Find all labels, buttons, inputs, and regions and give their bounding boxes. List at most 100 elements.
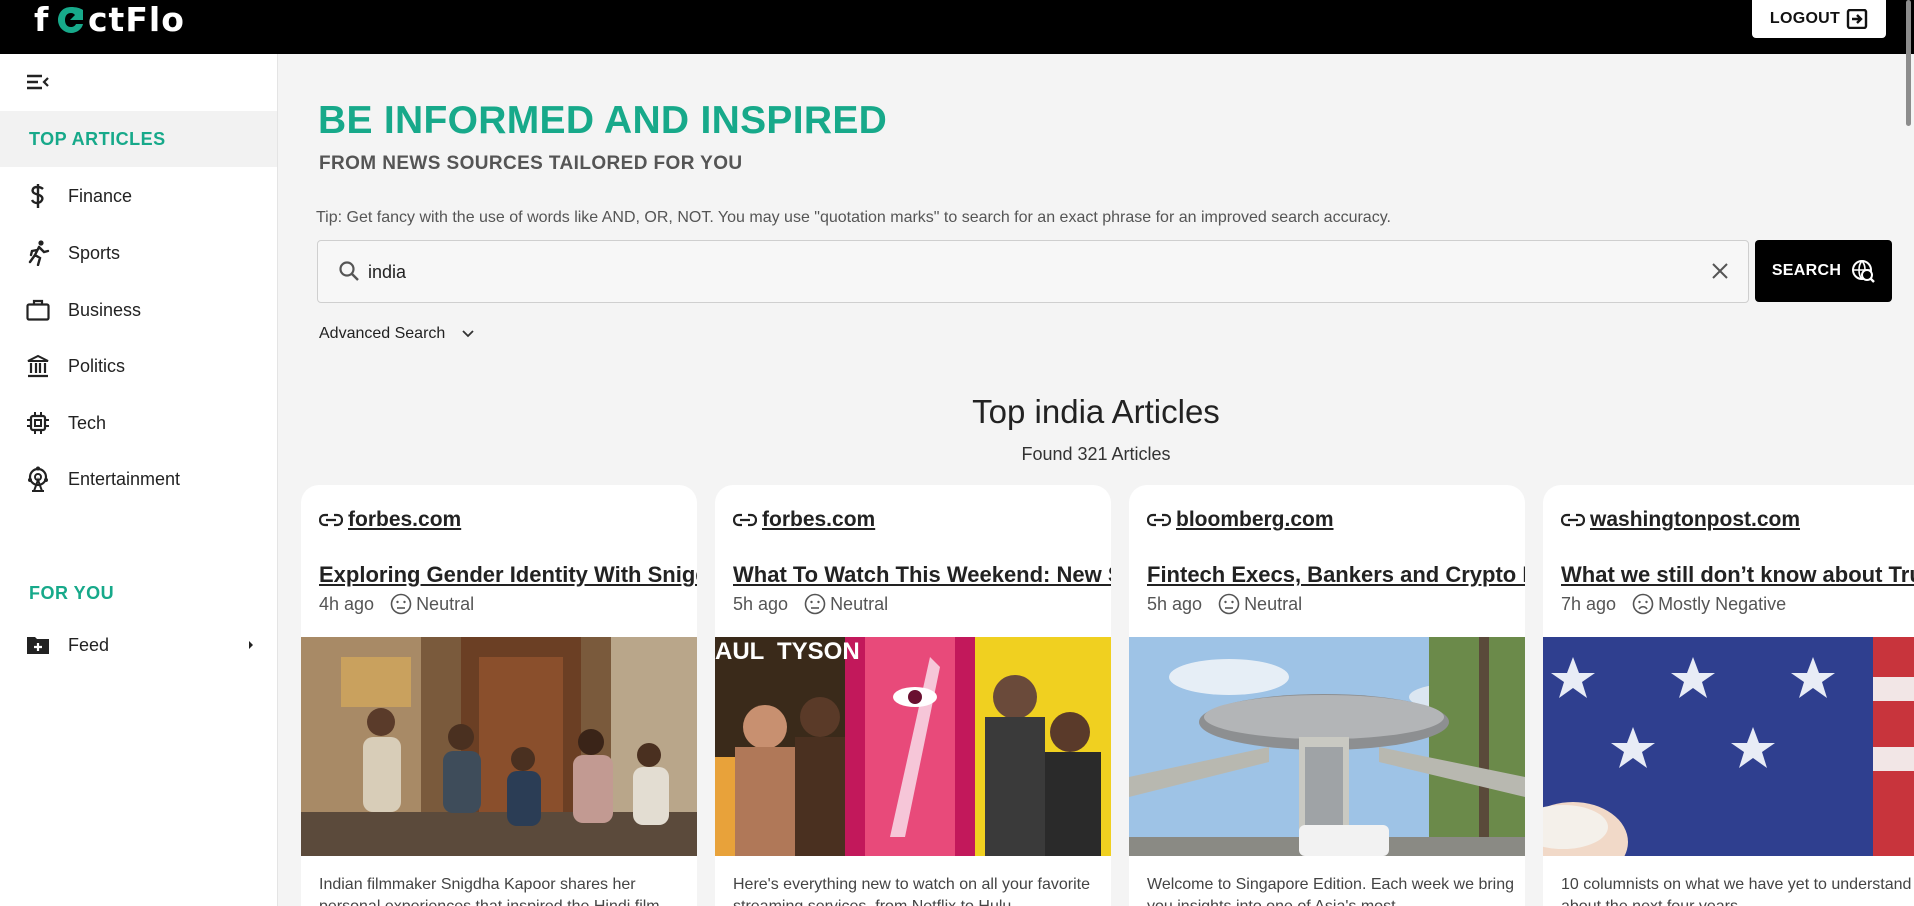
article-sentiment-label: Mostly Negative (1658, 593, 1787, 614)
sidebar-item-label: Politics (68, 355, 126, 376)
results-count: Found 321 Articles (1021, 444, 1171, 464)
article-card[interactable]: bloomberg.com Fintech Execs, Bankers and… (1129, 485, 1525, 906)
article-time: 5h ago (1147, 593, 1203, 614)
sad-face-icon (1632, 593, 1654, 615)
sidebar-item-label: Tech (68, 412, 107, 433)
briefcase-icon (25, 297, 51, 323)
article-meta: 4h ago Neutral (319, 593, 474, 615)
article-title-link[interactable]: Fintech Execs, Bankers and Crypto Bros (1147, 562, 1525, 588)
page-scrollbar[interactable] (1906, 0, 1911, 126)
dollar-icon (25, 183, 51, 209)
logout-label: LOGOUT (1769, 10, 1841, 27)
link-icon (319, 513, 343, 527)
sidebar-item-finance[interactable]: Finance (0, 172, 277, 220)
article-description: Indian filmmaker Snigdha Kapoor shares h… (319, 876, 660, 906)
article-card[interactable]: forbes.com Exploring Gender Identity Wit… (301, 485, 697, 906)
chip-icon (25, 410, 51, 436)
article-time: 4h ago (319, 593, 375, 614)
globe-search-icon (1852, 260, 1876, 283)
svg-text:TYSON: TYSON (777, 638, 860, 665)
svg-text:ctFlow: ctFlow (88, 2, 184, 36)
article-source: washingtonpost.com (1590, 508, 1800, 531)
results-title: Top india Articles (972, 393, 1220, 430)
article-meta: 5h ago Neutral (1147, 593, 1302, 615)
app-logo[interactable]: f ctFlow (34, 0, 184, 38)
sidebar-item-entertainment[interactable]: Entertainment (0, 455, 277, 503)
search-input[interactable] (368, 255, 1668, 289)
article-sentiment: Neutral (804, 593, 888, 615)
neutral-face-icon (390, 593, 412, 615)
article-title-link[interactable]: What To Watch This Weekend: New Streamin… (733, 562, 1111, 588)
bank-icon (25, 353, 51, 379)
article-sentiment: Neutral (1218, 593, 1302, 615)
article-source-link[interactable]: washingtonpost.com (1561, 508, 1800, 532)
advanced-search-toggle[interactable]: Advanced Search (319, 325, 475, 343)
article-sentiment: Neutral (390, 593, 474, 615)
page-subheadline: FROM NEWS SOURCES TAILORED FOR YOU (319, 153, 743, 174)
article-image[interactable] (301, 637, 697, 856)
svg-text:f: f (34, 2, 49, 36)
link-icon (1561, 513, 1585, 527)
link-icon (1147, 513, 1171, 527)
article-time: 5h ago (733, 593, 789, 614)
neutral-face-icon (1218, 593, 1240, 615)
article-title-link[interactable]: Exploring Gender Identity With Snigdha K… (319, 562, 697, 588)
article-meta: 7h ago Mostly Negative (1561, 593, 1786, 615)
article-card[interactable]: forbes.com What To Watch This Weekend: N… (715, 485, 1111, 906)
article-card[interactable]: washingtonpost.com What we still don’t k… (1543, 485, 1914, 906)
article-time: 7h ago (1561, 593, 1617, 614)
running-icon (25, 240, 51, 266)
article-image[interactable]: AUL TYSON (715, 637, 1111, 856)
logout-icon (1846, 9, 1868, 29)
article-source-link[interactable]: forbes.com (319, 508, 461, 532)
sidebar: TOP ARTICLES Finance Sports Business Pol… (0, 54, 278, 906)
section-top-articles: TOP ARTICLES (0, 111, 277, 167)
collapse-menu-icon[interactable] (26, 72, 50, 92)
sidebar-item-politics[interactable]: Politics (0, 342, 277, 390)
ferris-wheel-icon (25, 466, 51, 492)
logout-button[interactable]: LOGOUT (1752, 0, 1886, 38)
link-icon (733, 513, 757, 527)
search-button-label: SEARCH (1771, 262, 1842, 279)
article-sentiment-label: Neutral (1244, 593, 1303, 614)
sidebar-item-sports[interactable]: Sports (0, 229, 277, 277)
article-sentiment-label: Neutral (830, 593, 889, 614)
logo-wordmark-icon: f ctFlow (34, 2, 184, 36)
sidebar-item-label: Feed (68, 634, 110, 655)
sidebar-item-label: Business (68, 299, 142, 320)
article-sentiment-label: Neutral (416, 593, 475, 614)
article-description: Welcome to Singapore Edition. Each week … (1147, 876, 1515, 906)
sidebar-item-feed[interactable]: Feed (0, 621, 277, 669)
article-title-link[interactable]: What we still don’t know about Trump (1561, 562, 1914, 588)
sidebar-item-tech[interactable]: Tech (0, 399, 277, 447)
sidebar-item-label: Sports (68, 242, 121, 263)
page-headline: BE INFORMED AND INSPIRED (318, 99, 888, 142)
search-button[interactable]: SEARCH (1755, 240, 1892, 302)
article-source-link[interactable]: bloomberg.com (1147, 508, 1334, 532)
chevron-right-icon[interactable] (247, 638, 255, 653)
search-bar[interactable] (317, 240, 1749, 303)
chevron-down-icon (462, 330, 474, 338)
svg-text:AUL: AUL (715, 638, 764, 665)
article-image[interactable] (1543, 637, 1914, 856)
article-description: Here's everything new to watch on all yo… (733, 876, 1091, 906)
article-sentiment: Mostly Negative (1632, 593, 1786, 615)
neutral-face-icon (804, 593, 826, 615)
article-source-link[interactable]: forbes.com (733, 508, 875, 532)
search-icon (339, 261, 359, 281)
section-for-you: FOR YOU (29, 582, 115, 603)
clear-search-icon[interactable] (1710, 261, 1730, 281)
folder-plus-icon (25, 632, 51, 658)
article-meta: 5h ago Neutral (733, 593, 888, 615)
article-description: 10 columnists on what we have yet to und… (1561, 876, 1912, 906)
advanced-search-label: Advanced Search (319, 325, 446, 342)
sidebar-item-label: Entertainment (68, 468, 181, 489)
article-source: bloomberg.com (1176, 508, 1334, 531)
article-source: forbes.com (348, 508, 462, 531)
sidebar-item-business[interactable]: Business (0, 286, 277, 334)
article-source: forbes.com (762, 508, 876, 531)
article-image[interactable] (1129, 637, 1525, 856)
sidebar-item-label: Finance (68, 185, 133, 206)
top-bar: f ctFlow LOGOUT (0, 0, 1914, 54)
search-tip: Tip: Get fancy with the use of words lik… (316, 209, 1391, 226)
